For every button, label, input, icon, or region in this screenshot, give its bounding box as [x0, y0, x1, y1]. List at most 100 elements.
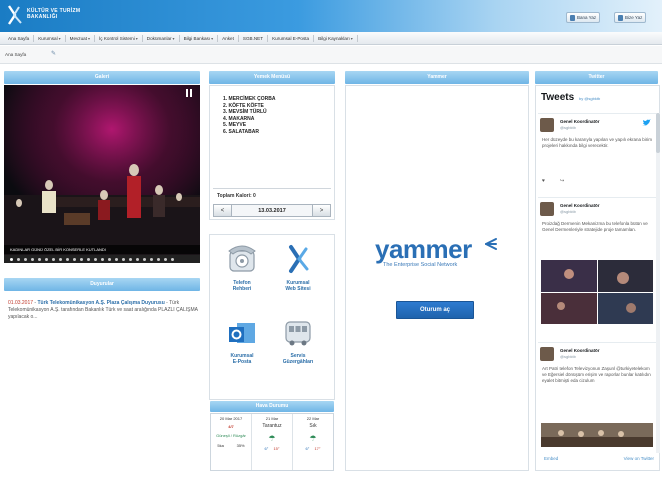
- tile-phone-directory[interactable]: Telefon Rehberi: [214, 243, 270, 292]
- pager-dot[interactable]: [87, 257, 90, 261]
- pager-dot[interactable]: [66, 257, 69, 261]
- tweets-title: Tweets: [541, 92, 575, 103]
- pager-dot[interactable]: [164, 257, 167, 261]
- bana-yaz-button[interactable]: Bana Yaz: [566, 12, 601, 23]
- tweet[interactable]: Genel Koordinatör @sgbktb Her düzeyde bu…: [538, 113, 656, 197]
- tweet-handle[interactable]: @sgbktb: [560, 354, 576, 359]
- pager-dot[interactable]: [31, 257, 34, 261]
- twitter-bird-icon: [642, 119, 651, 126]
- pager-dot[interactable]: [38, 257, 41, 261]
- twitter-scrollbar[interactable]: [656, 113, 660, 453]
- tweet-media-image[interactable]: [541, 423, 653, 447]
- weather-day-name: Sık: [309, 423, 317, 429]
- scrollbar-thumb[interactable]: [656, 113, 660, 153]
- tweet-handle[interactable]: @sgbktb: [560, 209, 576, 214]
- pager-dot[interactable]: [171, 257, 174, 261]
- nav-item[interactable]: Bilgi Kaynakları▾: [314, 34, 358, 42]
- pager-dot[interactable]: [80, 257, 83, 261]
- tweets-by[interactable]: by @sgbktb: [579, 96, 600, 101]
- avatar[interactable]: [540, 118, 554, 132]
- pager-dot[interactable]: [101, 257, 104, 261]
- news-title[interactable]: Türk Telekomünikasyon A.Ş. Plaza Çalışma…: [37, 300, 164, 306]
- tile-label: Web Sitesi: [285, 286, 311, 292]
- weather-today: 20 Mar 2017 4/7 Güneşli / Rüzgâr 5ka 35%: [211, 414, 252, 470]
- menu-divider: [213, 188, 331, 189]
- weather-humidity: 35%: [236, 443, 245, 448]
- weather-temp: 4/7: [228, 424, 234, 429]
- nav-item[interactable]: Bilgi Bankası▾: [180, 34, 219, 42]
- nav-item-label: Ana Sayfa: [8, 35, 30, 41]
- tweet-author[interactable]: Genel Koordinatör: [560, 348, 600, 353]
- tile-label: Rehberi: [232, 286, 252, 292]
- pager-dot[interactable]: [143, 257, 146, 261]
- pager-dot[interactable]: [136, 257, 139, 261]
- pager-dot[interactable]: [150, 257, 153, 261]
- avatar[interactable]: [540, 347, 554, 361]
- news-date: 01.03.2017: [8, 300, 34, 306]
- mail-icon: [229, 323, 255, 343]
- edit-icon[interactable]: ✎: [51, 50, 56, 57]
- tweet[interactable]: Genel Koordinatör @sgbktb Proizdağ Derme…: [538, 197, 656, 342]
- tweet-author[interactable]: Genel Koordinatör: [560, 119, 600, 124]
- nav-item[interactable]: Dokümanlar▾: [143, 34, 180, 42]
- weather-day2: 21 Mar Tarantuz ☂ 6° 15°: [252, 414, 293, 470]
- video-player[interactable]: [4, 85, 200, 262]
- nav-item[interactable]: Ana Sayfa: [4, 34, 35, 42]
- embed-link[interactable]: Embed: [544, 456, 558, 461]
- pager-dot[interactable]: [129, 257, 132, 261]
- nav-item-label: Kurumsal: [38, 35, 58, 41]
- breadcrumb-home[interactable]: Ana Sayfa: [5, 52, 26, 57]
- pager-dot[interactable]: [122, 257, 125, 261]
- user-icon: [570, 14, 575, 21]
- pager-dot[interactable]: [157, 257, 160, 261]
- chevron-down-icon: ▾: [350, 35, 353, 41]
- weather-wind: 5ka: [217, 443, 224, 448]
- chevron-down-icon: ▾: [211, 35, 214, 41]
- weather-panel-header: Hava Durumu: [210, 401, 334, 412]
- nav-item[interactable]: Anket: [218, 34, 239, 42]
- pager-dot[interactable]: [73, 257, 76, 261]
- pager-dot[interactable]: [17, 257, 20, 261]
- tweet[interactable]: Genel Koordinatör @sgbktb Art Patri tele…: [538, 342, 656, 452]
- yammer-tagline: The Enterprise Social Network: [383, 262, 458, 268]
- nav-item[interactable]: SGB.NET: [239, 34, 269, 42]
- bize-yaz-button[interactable]: Bize Yaz: [614, 12, 647, 23]
- view-on-twitter-link[interactable]: View on Twitter: [624, 456, 654, 461]
- pager-dot[interactable]: [24, 257, 27, 261]
- nav-item[interactable]: Kurumsal▾: [34, 34, 66, 42]
- pager-dot[interactable]: [59, 257, 62, 261]
- tile-shuttle-routes[interactable]: Servis Güzergâhları: [270, 318, 326, 365]
- menu-list: 1. MERCİMEK ÇORBA 2. KÖFTE KÖFTE 3. MEVS…: [223, 96, 276, 135]
- pager-dot[interactable]: [45, 257, 48, 261]
- pager-dot[interactable]: [10, 257, 13, 261]
- tweet-text: Art Patri telefon Televizyonun Zaşunl @t…: [542, 366, 651, 383]
- logo-icon: [289, 245, 309, 273]
- pager-dot[interactable]: [94, 257, 97, 261]
- tweet-media-image[interactable]: [541, 260, 653, 324]
- pager-dot[interactable]: [115, 257, 118, 261]
- yammer-signin-button[interactable]: Oturum aç: [396, 301, 474, 319]
- logo-line2: BAKANLIĞI: [27, 14, 58, 20]
- next-day-button[interactable]: >: [312, 205, 330, 216]
- tile-corporate-email[interactable]: Kurumsal E-Posta: [214, 318, 270, 365]
- nav-item-label: İç Kontrol Sistemi: [99, 35, 135, 41]
- pager-dot[interactable]: [108, 257, 111, 261]
- video-pager[interactable]: [4, 255, 200, 263]
- nav-item[interactable]: İç Kontrol Sistemi▾: [95, 34, 143, 42]
- tile-corporate-website[interactable]: Kurumsal Web Sitesi: [270, 243, 326, 292]
- tweet-handle[interactable]: @sgbktb: [560, 125, 576, 130]
- news-item[interactable]: 01.03.2017 - Türk Telekomünikasyon A.Ş. …: [8, 300, 198, 321]
- weather-date: 22 Mar: [306, 416, 320, 421]
- tweet-author[interactable]: Genel Koordinatör: [560, 203, 600, 208]
- pager-dot[interactable]: [52, 257, 55, 261]
- nav-item[interactable]: Mevzuat▾: [66, 34, 96, 42]
- prev-day-button[interactable]: <: [214, 205, 232, 216]
- logo-icon[interactable]: [5, 4, 25, 26]
- avatar[interactable]: [540, 202, 554, 216]
- weather-date: 21 Mar: [265, 416, 279, 421]
- like-icon[interactable]: ♥: [542, 178, 545, 184]
- bize-yaz-label: Bize Yaz: [625, 15, 643, 20]
- menu-item: 6. SALATABAR: [223, 128, 259, 135]
- share-icon[interactable]: ↪: [560, 178, 564, 184]
- nav-item[interactable]: Kurumsal E-Posta: [268, 34, 315, 42]
